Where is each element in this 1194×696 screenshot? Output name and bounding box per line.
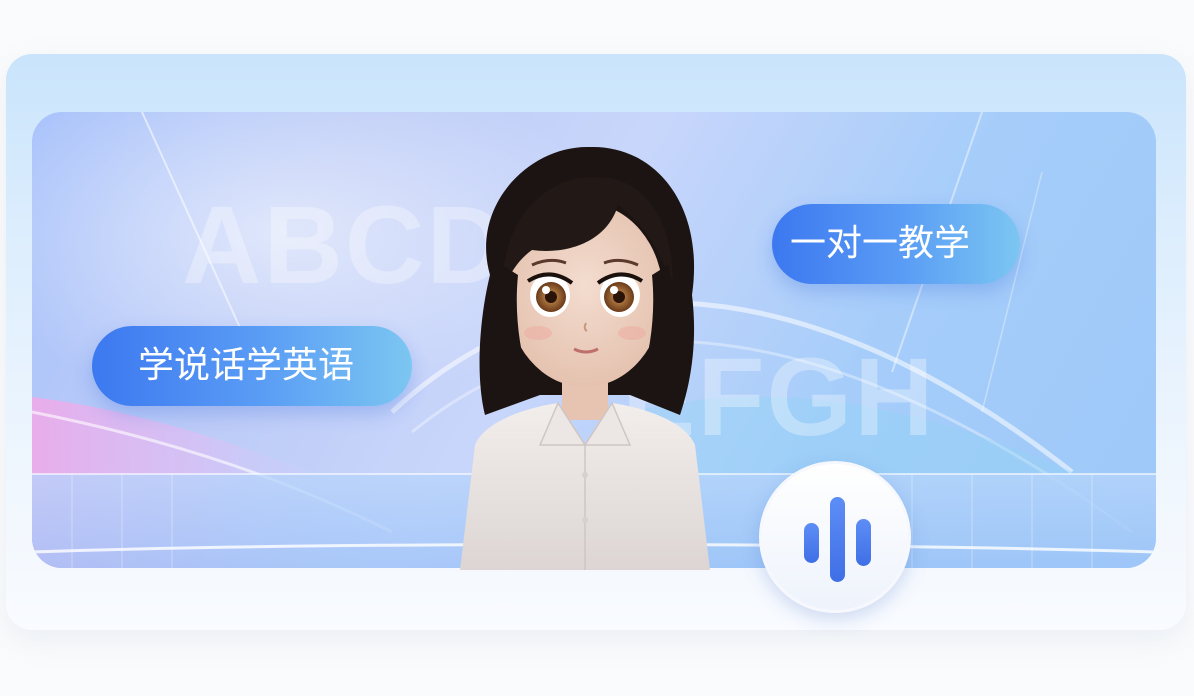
- teacher-avatar: [460, 146, 710, 570]
- tag-learn-speaking-english[interactable]: 学说话学英语: [92, 326, 412, 406]
- voice-input-button[interactable]: [759, 461, 911, 613]
- tag-one-on-one-teaching[interactable]: 一对一教学: [772, 204, 1020, 284]
